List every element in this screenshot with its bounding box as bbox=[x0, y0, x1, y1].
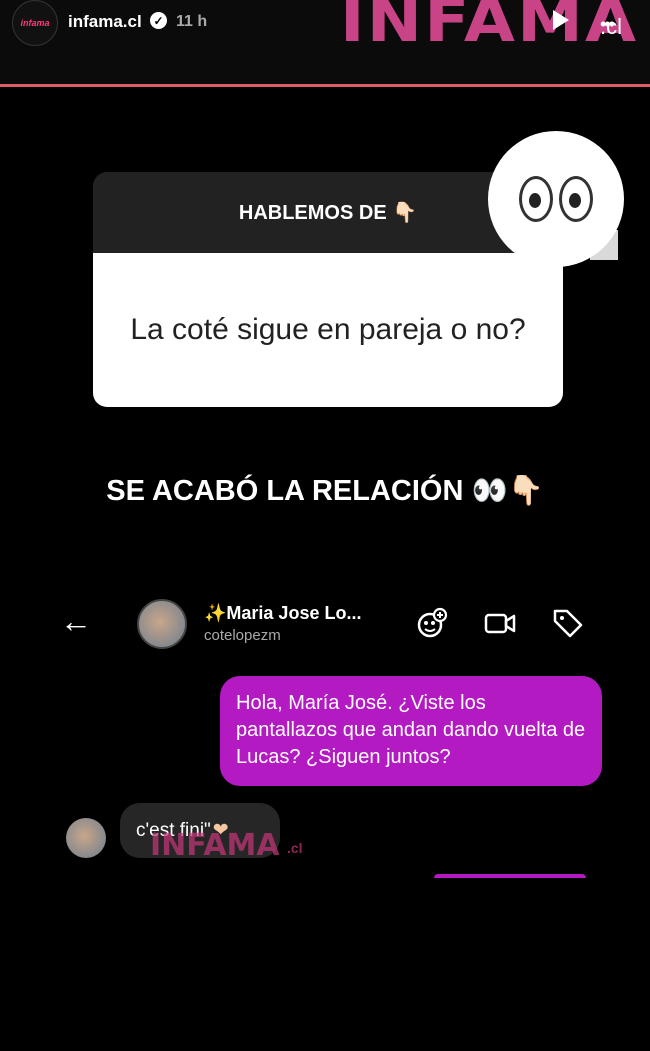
contact-name[interactable]: ✨Maria Jose Lo... bbox=[204, 603, 361, 624]
right-eye bbox=[559, 176, 593, 222]
watermark-suffix: .cl bbox=[287, 840, 303, 856]
left-eye bbox=[519, 176, 553, 222]
contact-avatar[interactable] bbox=[137, 599, 187, 649]
outgoing-message: Hola, María José. ¿Viste los pantallazos… bbox=[220, 676, 602, 786]
brand-logo: INFAMA bbox=[340, 0, 639, 56]
account-username[interactable]: infama.cl bbox=[68, 12, 142, 32]
post-time: 11 h bbox=[176, 13, 208, 30]
dm-header: ← ✨Maria Jose Lo... cotelopezm bbox=[0, 595, 650, 655]
outgoing-message-partial bbox=[434, 874, 586, 878]
question-text: La coté sigue en pareja o no? bbox=[93, 253, 563, 407]
story-headline: SE ACABÓ LA RELACIÓN 👀👇🏻 bbox=[106, 475, 544, 507]
verified-icon: ✓ bbox=[150, 12, 167, 29]
contact-handle: cotelopezm bbox=[204, 627, 281, 644]
brand-suffix: :cl bbox=[600, 14, 622, 39]
eyes-icon bbox=[488, 131, 624, 267]
video-icon[interactable] bbox=[484, 607, 516, 639]
back-arrow-icon[interactable]: ← bbox=[60, 603, 92, 640]
play-icon[interactable] bbox=[553, 10, 569, 30]
contact-avatar-small bbox=[66, 818, 106, 858]
watermark-logo: INFAMA bbox=[150, 828, 280, 863]
add-person-icon[interactable] bbox=[416, 607, 448, 639]
account-avatar[interactable]: infama bbox=[12, 0, 58, 46]
tag-icon[interactable] bbox=[552, 607, 584, 639]
story-progress-bar bbox=[0, 84, 650, 87]
story-header: infama infama.cl ✓ 11 h INFAMA ••• :cl bbox=[0, 0, 650, 86]
